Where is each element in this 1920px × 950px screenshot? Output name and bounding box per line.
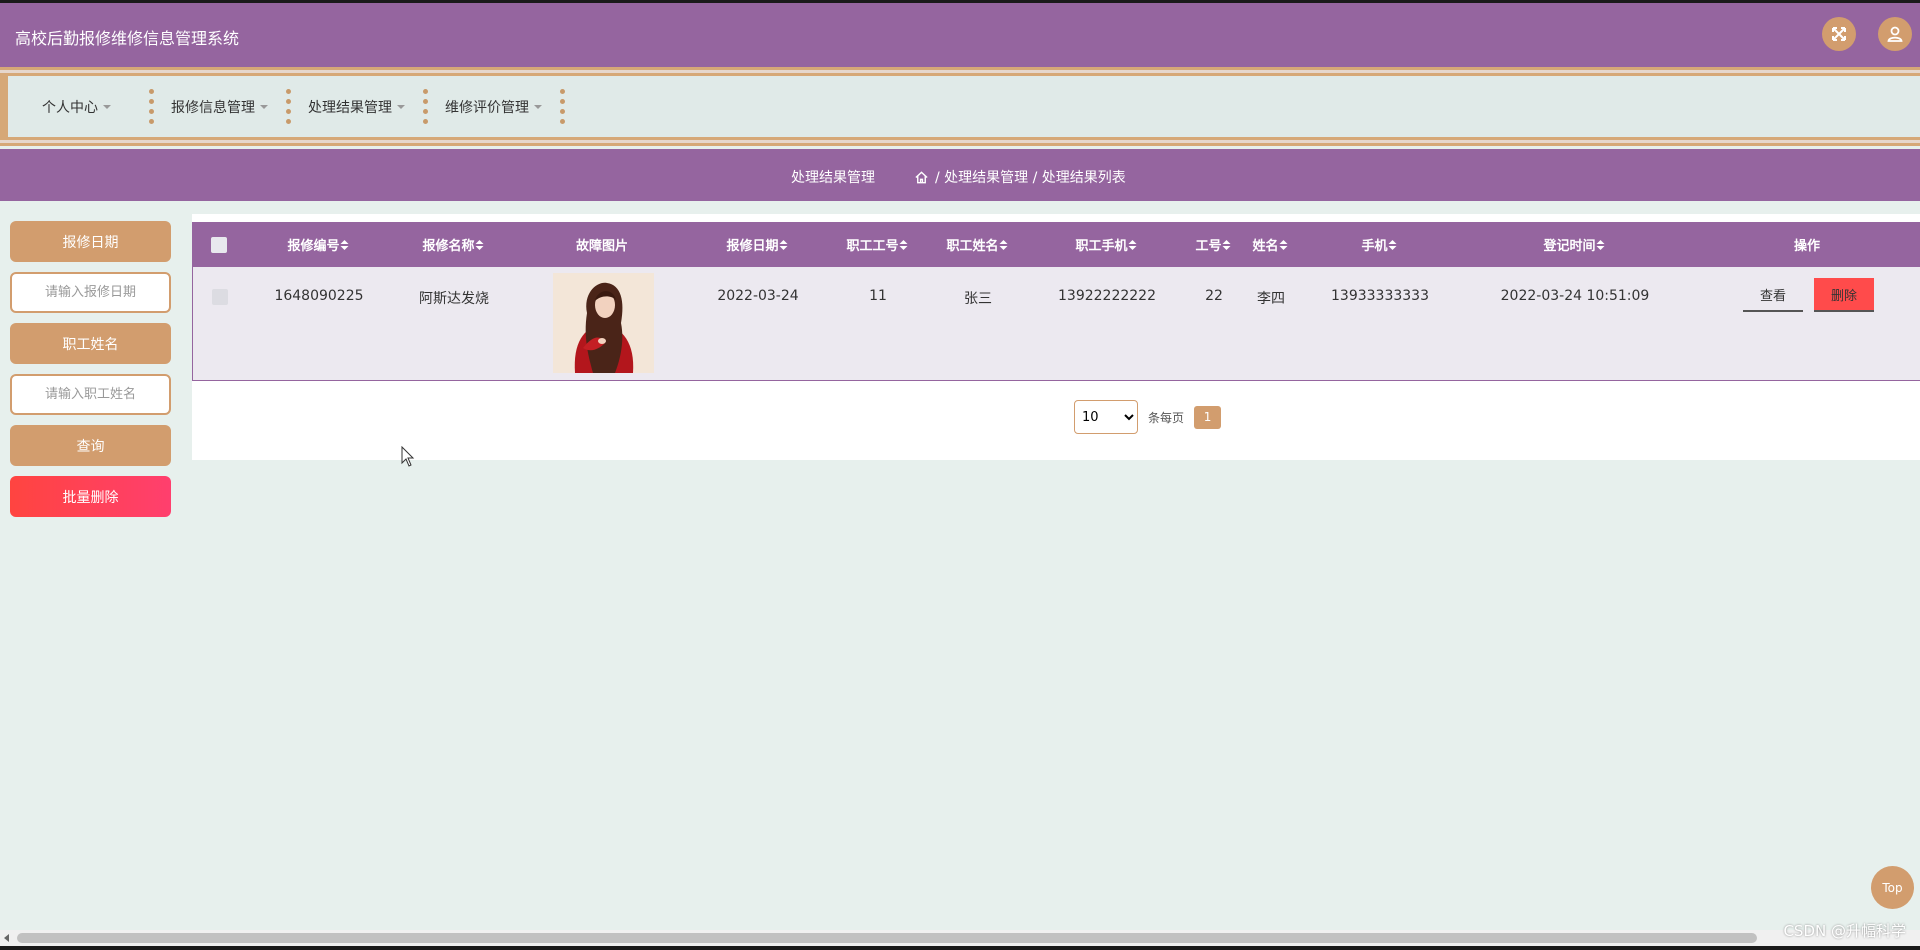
nav-separator bbox=[284, 76, 292, 137]
col-staff-phone[interactable]: 职工手机 bbox=[1075, 222, 1137, 267]
back-to-top-button[interactable]: Top bbox=[1871, 866, 1914, 909]
cell-created-time: 2022-03-24 10:51:09 bbox=[1500, 288, 1650, 304]
sort-icon bbox=[899, 239, 908, 250]
nav-item-result[interactable]: 处理结果管理 bbox=[292, 76, 421, 137]
col-worker-phone[interactable]: 手机 bbox=[1361, 222, 1397, 267]
col-repair-date[interactable]: 报修日期 bbox=[726, 222, 788, 267]
col-fault-image: 故障图片 bbox=[575, 239, 629, 254]
caret-down-icon bbox=[397, 104, 405, 109]
cell-staff-name: 张三 bbox=[964, 291, 992, 307]
table-header: 报修编号 报修名称 故障图片 报修日期 职工工号 职工姓名 职工手机 工号 姓名… bbox=[192, 222, 1920, 267]
breadcrumb-path[interactable]: / 处理结果管理 / 处理结果列表 bbox=[935, 167, 1126, 187]
search-sidebar: 报修日期 职工姓名 查询 批量删除 bbox=[10, 221, 171, 527]
select-all-checkbox[interactable] bbox=[211, 237, 227, 253]
cell-worker-phone: 13933333333 bbox=[1331, 288, 1429, 304]
nav-item-profile[interactable]: 个人中心 bbox=[26, 76, 127, 137]
scroll-left-icon[interactable] bbox=[4, 934, 9, 942]
cell-repair-name: 阿斯达发烧 bbox=[419, 291, 489, 307]
sort-icon bbox=[999, 239, 1008, 250]
repair-date-input[interactable] bbox=[10, 272, 171, 313]
caret-down-icon bbox=[260, 104, 268, 109]
col-staff-no[interactable]: 职工工号 bbox=[846, 222, 908, 267]
scrollbar-thumb[interactable] bbox=[17, 933, 1757, 943]
delete-button[interactable]: 删除 bbox=[1814, 278, 1874, 312]
repair-date-label: 报修日期 bbox=[10, 221, 171, 262]
horizontal-scrollbar[interactable] bbox=[0, 930, 1920, 946]
cell-repair-date: 2022-03-24 bbox=[717, 288, 799, 304]
nav-item-label: 报修信息管理 bbox=[171, 99, 255, 116]
page-title: 处理结果管理 bbox=[791, 170, 875, 186]
nav-bar: 个人中心 报修信息管理 处理结果管理 维修评价管理 bbox=[0, 67, 1920, 146]
staff-name-input[interactable] bbox=[10, 374, 171, 415]
app-title: 高校后勤报修维修信息管理系统 bbox=[15, 29, 240, 48]
mouse-cursor-icon bbox=[401, 446, 415, 467]
col-repair-code[interactable]: 报修编号 bbox=[287, 222, 349, 267]
sort-icon bbox=[1596, 239, 1605, 250]
col-staff-name[interactable]: 职工姓名 bbox=[946, 222, 1008, 267]
sort-icon bbox=[475, 239, 484, 250]
cell-worker-name: 李四 bbox=[1257, 291, 1285, 307]
nav-menu: 个人中心 报修信息管理 处理结果管理 维修评价管理 bbox=[8, 76, 1920, 137]
staff-name-label: 职工姓名 bbox=[10, 323, 171, 364]
cell-staff-no: 11 bbox=[869, 288, 887, 304]
sort-icon bbox=[1279, 239, 1288, 250]
fullscreen-icon bbox=[1832, 27, 1846, 41]
user-button[interactable] bbox=[1878, 17, 1912, 51]
col-worker-no[interactable]: 工号 bbox=[1195, 222, 1231, 267]
page-size-select[interactable]: 10 bbox=[1074, 400, 1138, 434]
col-created-time[interactable]: 登记时间 bbox=[1543, 222, 1605, 267]
nav-separator bbox=[147, 76, 155, 137]
view-button[interactable]: 查看 bbox=[1743, 278, 1803, 312]
nav-item-repair-info[interactable]: 报修信息管理 bbox=[155, 76, 284, 137]
page-number-button[interactable]: 1 bbox=[1194, 405, 1222, 429]
per-page-label: 条每页 bbox=[1148, 410, 1185, 425]
watermark: CSDN @升幅科学 bbox=[1783, 922, 1906, 940]
col-repair-name[interactable]: 报修名称 bbox=[422, 222, 484, 267]
batch-delete-button[interactable]: 批量删除 bbox=[10, 476, 171, 517]
table-row: 1648090225 阿斯达发烧 2022-03-24 11 张三 139222… bbox=[192, 267, 1920, 381]
sort-icon bbox=[340, 239, 349, 250]
col-actions: 操作 bbox=[1793, 239, 1821, 254]
nav-item-label: 维修评价管理 bbox=[445, 99, 529, 116]
sort-icon bbox=[1388, 239, 1397, 250]
app-header: 高校后勤报修维修信息管理系统 bbox=[0, 3, 1920, 67]
cell-worker-no: 22 bbox=[1205, 288, 1223, 304]
nav-separator bbox=[558, 76, 566, 137]
row-checkbox[interactable] bbox=[212, 289, 228, 305]
sort-icon bbox=[1222, 239, 1231, 250]
query-button[interactable]: 查询 bbox=[10, 425, 171, 466]
caret-down-icon bbox=[103, 104, 111, 109]
sort-icon bbox=[779, 239, 788, 250]
fault-image[interactable] bbox=[553, 273, 654, 373]
breadcrumb-bar: 处理结果管理 / 处理结果管理 / 处理结果列表 bbox=[0, 149, 1920, 201]
user-icon bbox=[1887, 26, 1903, 42]
sort-icon bbox=[1128, 239, 1137, 250]
nav-separator bbox=[421, 76, 429, 137]
caret-down-icon bbox=[534, 104, 542, 109]
nav-item-evaluation[interactable]: 维修评价管理 bbox=[429, 76, 558, 137]
pagination: 10 条每页 1 bbox=[1074, 400, 1222, 434]
nav-item-label: 处理结果管理 bbox=[308, 99, 392, 116]
cell-staff-phone: 13922222222 bbox=[1058, 288, 1156, 304]
fullscreen-button[interactable] bbox=[1822, 17, 1856, 51]
nav-item-label: 个人中心 bbox=[42, 99, 98, 116]
cell-repair-code: 1648090225 bbox=[274, 288, 364, 304]
col-worker-name[interactable]: 姓名 bbox=[1252, 222, 1288, 267]
results-panel: 报修编号 报修名称 故障图片 报修日期 职工工号 职工姓名 职工手机 工号 姓名… bbox=[192, 214, 1920, 460]
home-icon[interactable] bbox=[914, 170, 929, 185]
breadcrumb: / 处理结果管理 / 处理结果列表 bbox=[914, 167, 1126, 187]
